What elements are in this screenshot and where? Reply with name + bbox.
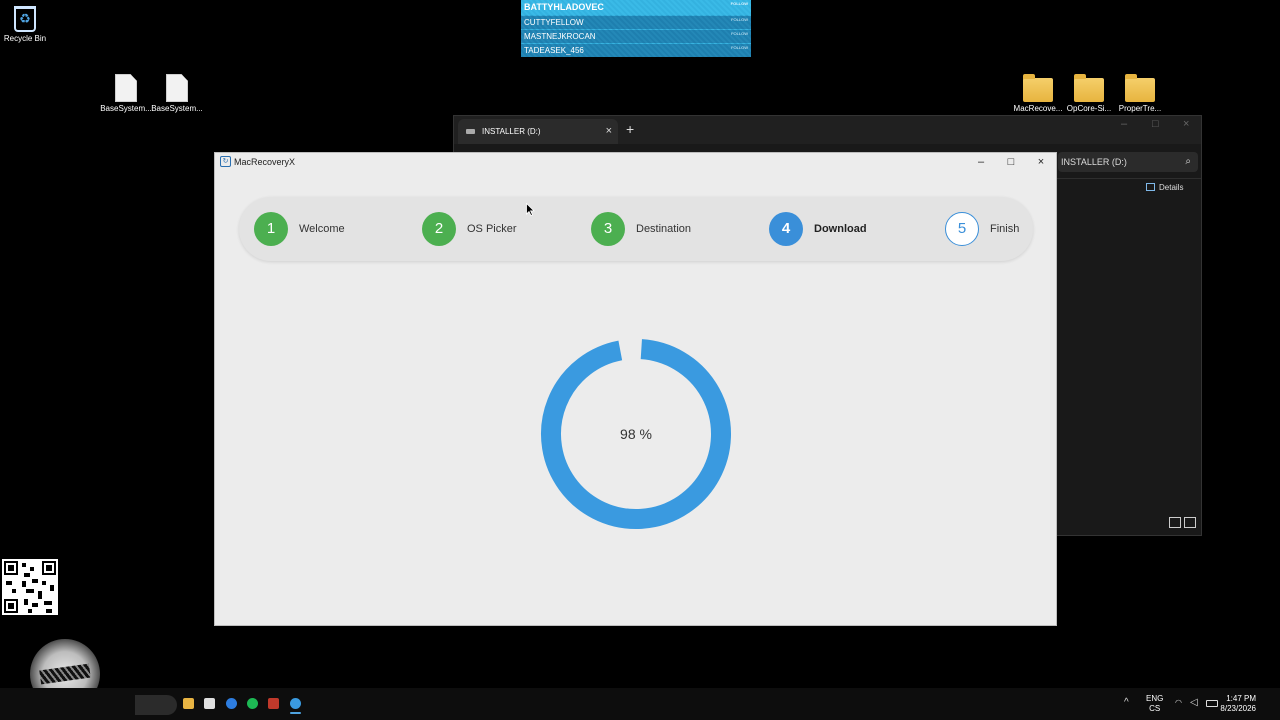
- close-button[interactable]: ×: [1026, 153, 1056, 171]
- follower-name: TADEASEK_456: [524, 46, 584, 55]
- app-titlebar[interactable]: ↻ MacRecoveryX – □ ×: [215, 153, 1056, 171]
- clock-date: 8/23/2026: [1220, 704, 1256, 713]
- recycle-bin-label: Recycle Bin: [3, 34, 47, 43]
- step-number: 2: [422, 212, 456, 246]
- step-label: Welcome: [299, 223, 345, 235]
- explorer-maximize-button[interactable]: □: [1152, 118, 1159, 130]
- desktop-folder-label: MacRecove...: [1013, 104, 1063, 113]
- file-explorer-taskbar-icon[interactable]: [183, 698, 194, 709]
- desktop-file-label: BaseSystem...: [151, 104, 203, 113]
- new-tab-button[interactable]: +: [626, 121, 634, 137]
- follow-tag: FOLLOW: [731, 45, 748, 50]
- follow-tag: FOLLOW: [731, 17, 748, 22]
- maximize-button[interactable]: □: [996, 153, 1026, 171]
- step-number: 3: [591, 212, 625, 246]
- store-taskbar-icon[interactable]: [204, 698, 215, 709]
- view-toggle: [1166, 515, 1196, 533]
- explorer-tab-title: INSTALLER (D:): [482, 127, 541, 136]
- browser-taskbar-icon[interactable]: [226, 698, 237, 709]
- macrecoveryx-window[interactable]: ↻ MacRecoveryX – □ × 1 Welcome 2 OS Pick…: [214, 152, 1057, 626]
- stream-follower-overlay: BATTYHLADOVEC FOLLOW CUTTYFELLOW FOLLOW …: [521, 0, 751, 57]
- qr-code-graphic: [4, 561, 56, 613]
- step-label: OS Picker: [467, 223, 517, 235]
- follower-name: MASTNEJKROCAN: [524, 32, 596, 41]
- close-tab-icon[interactable]: ×: [606, 119, 612, 144]
- drive-icon: [466, 129, 475, 134]
- keyboard-layout-code: CS: [1149, 704, 1161, 713]
- follow-tag: FOLLOW: [730, 1, 748, 6]
- download-progress-ring: 98 %: [540, 338, 732, 530]
- file-icon: [166, 74, 188, 102]
- battery-icon[interactable]: [1206, 700, 1218, 707]
- explorer-tab[interactable]: INSTALLER (D:) ×: [458, 119, 618, 144]
- folder-icon: [1023, 74, 1053, 102]
- folder-icon: [1074, 74, 1104, 102]
- desktop-folder-label: OpCore-Si...: [1066, 104, 1112, 113]
- details-button[interactable]: Details: [1146, 183, 1183, 192]
- qr-code: [2, 559, 58, 615]
- taskbar: ^ ENG CS ◠ ◁ 1:47 PM 8/23/2026: [0, 688, 1280, 720]
- clock[interactable]: 1:47 PM 8/23/2026: [1220, 694, 1256, 714]
- follower-name: BATTYHLADOVEC: [524, 2, 604, 12]
- explorer-titlebar[interactable]: INSTALLER (D:) × + – □ ×: [454, 116, 1201, 144]
- progress-percent-text: 98 %: [620, 426, 652, 442]
- step-number: 1: [254, 212, 288, 246]
- explorer-close-button[interactable]: ×: [1183, 118, 1189, 130]
- mouse-cursor-icon: [526, 203, 535, 216]
- taskbar-search[interactable]: [135, 695, 177, 715]
- step-label: Finish: [990, 223, 1020, 235]
- minimize-button[interactable]: –: [966, 153, 996, 171]
- search-icon[interactable]: ⌕: [1185, 152, 1191, 172]
- app-title: MacRecoveryX: [234, 157, 296, 167]
- desktop: ♻ Recycle Bin BaseSystem... BaseSystem..…: [0, 0, 1280, 720]
- chevron-up-icon[interactable]: ^: [1124, 697, 1129, 708]
- language-code: ENG: [1146, 694, 1164, 703]
- details-label: Details: [1159, 183, 1184, 192]
- clock-time: 1:47 PM: [1226, 694, 1256, 703]
- explorer-minimize-button[interactable]: –: [1121, 118, 1127, 130]
- macrecoveryx-taskbar-icon[interactable]: [290, 698, 301, 714]
- file-icon: [115, 74, 137, 102]
- desktop-folder-3[interactable]: ProperTre...: [1110, 74, 1170, 114]
- recycle-bin-icon: ♻: [14, 6, 36, 32]
- desktop-file-2[interactable]: BaseSystem...: [147, 74, 207, 114]
- desktop-folder-label: ProperTre...: [1118, 104, 1162, 113]
- step-number: 5: [945, 212, 979, 246]
- follower-name: CUTTYFELLOW: [524, 18, 584, 27]
- wizard-stepper: 1 Welcome 2 OS Picker 3 Destination 4 Do…: [239, 197, 1033, 261]
- folder-icon: [1125, 74, 1155, 102]
- app-taskbar-icon[interactable]: [268, 698, 279, 709]
- app-logo-icon: ↻: [220, 156, 231, 167]
- wifi-icon[interactable]: ◠: [1175, 698, 1182, 707]
- details-pane-icon: [1146, 183, 1155, 191]
- desktop-file-label: BaseSystem...: [100, 104, 152, 113]
- step-label: Destination: [636, 223, 692, 235]
- language-indicator[interactable]: ENG CS: [1146, 694, 1163, 714]
- explorer-address-bar[interactable]: INSTALLER (D:) ⌕: [1058, 152, 1198, 172]
- follower-row: TADEASEK_456 FOLLOW: [521, 44, 751, 57]
- follower-row: CUTTYFELLOW FOLLOW: [521, 16, 751, 29]
- follow-tag: FOLLOW: [731, 31, 748, 36]
- explorer-address-text: INSTALLER (D:): [1061, 157, 1127, 167]
- step-number: 4: [769, 212, 803, 246]
- recycle-bin-shortcut[interactable]: ♻ Recycle Bin: [0, 6, 55, 44]
- follower-row: BATTYHLADOVEC FOLLOW: [521, 0, 751, 15]
- step-label: Download: [814, 223, 867, 235]
- details-view-icon[interactable]: [1169, 517, 1181, 528]
- follower-row: MASTNEJKROCAN FOLLOW: [521, 30, 751, 43]
- spotify-taskbar-icon[interactable]: [247, 698, 258, 709]
- volume-icon[interactable]: ◁: [1190, 697, 1198, 708]
- tiles-view-icon[interactable]: [1184, 517, 1196, 528]
